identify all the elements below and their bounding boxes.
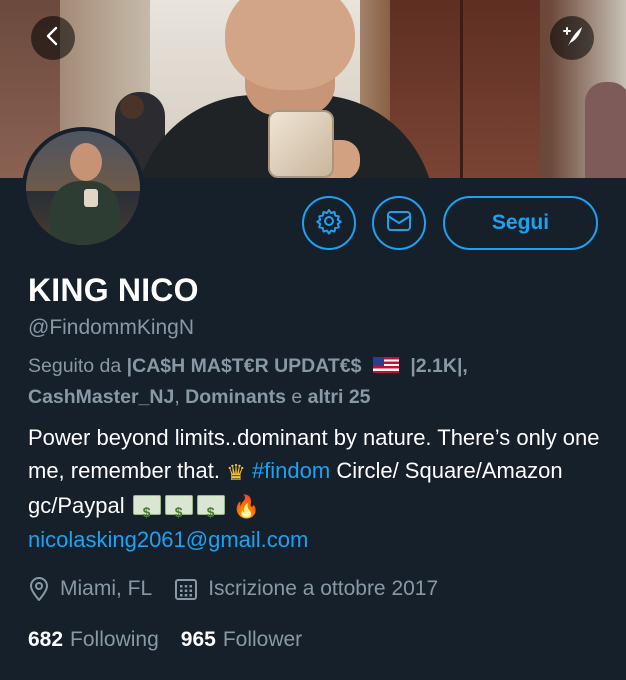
- banner-phone: [268, 110, 334, 178]
- chevron-left-icon: [42, 25, 64, 52]
- money-icon: [132, 494, 161, 529]
- avatar[interactable]: [22, 127, 144, 249]
- back-button[interactable]: [31, 16, 75, 60]
- settings-button[interactable]: [302, 196, 356, 250]
- followers-stat[interactable]: 965 Follower: [181, 628, 302, 652]
- followed-by-account[interactable]: |CA$H MA$T€R UPDAT€$: [127, 355, 362, 377]
- following-label: Following: [70, 628, 159, 651]
- followers-count: 965: [180, 628, 216, 651]
- avatar-head: [70, 143, 102, 181]
- banner-background-person-head: [120, 95, 144, 119]
- fire-icon: 🔥: [232, 494, 261, 520]
- location-pin-icon: [28, 576, 50, 602]
- follow-button[interactable]: Segui: [443, 196, 598, 250]
- us-flag-icon: [372, 356, 399, 373]
- followed-by-conjunction: e: [291, 386, 303, 408]
- compose-quill-icon: [559, 23, 585, 54]
- followed-by-account-suffix[interactable]: |2.1K|,: [410, 355, 468, 377]
- profile-name: KING NICO: [28, 272, 199, 308]
- money-icon: [196, 494, 225, 529]
- gear-icon: [315, 207, 343, 240]
- profile-meta: Miami, FL Iscrizione a ottobre 2017: [28, 576, 438, 602]
- followed-by-account[interactable]: CashMaster_NJ: [28, 386, 174, 408]
- joined-text: Iscrizione a ottobre 2017: [208, 577, 439, 600]
- followers-label: Follower: [222, 628, 303, 651]
- banner-background-person: [585, 82, 626, 178]
- location-text: Miami, FL: [60, 577, 153, 600]
- message-button[interactable]: [372, 196, 426, 250]
- money-icon: [164, 494, 193, 529]
- profile-handle[interactable]: @FindommKingN: [28, 316, 194, 340]
- banner-door-edge: [460, 0, 463, 178]
- followed-by[interactable]: Seguito da |CA$H MA$T€R UPDAT€$ |2.1K|, …: [28, 351, 608, 413]
- envelope-icon: [385, 209, 413, 238]
- crown-icon: ♛: [226, 459, 246, 485]
- followed-by-prefix: Seguito da: [28, 355, 122, 377]
- compose-button[interactable]: [550, 16, 594, 60]
- following-count: 682: [28, 628, 64, 651]
- calendar-icon: [174, 577, 198, 601]
- avatar-phone: [84, 189, 98, 207]
- followed-by-others[interactable]: altri 25: [308, 386, 371, 408]
- follow-counts: 682 Following 965 Follower: [28, 628, 302, 652]
- followed-by-account[interactable]: Dominants: [185, 386, 286, 408]
- bio-email-link[interactable]: nicolasking2061@gmail.com: [28, 527, 308, 552]
- following-stat[interactable]: 682 Following: [28, 628, 159, 652]
- profile-bio: Power beyond limits..dominant by nature.…: [28, 421, 608, 556]
- banner-subject-face: [225, 0, 355, 90]
- bio-hashtag[interactable]: #findom: [252, 458, 330, 483]
